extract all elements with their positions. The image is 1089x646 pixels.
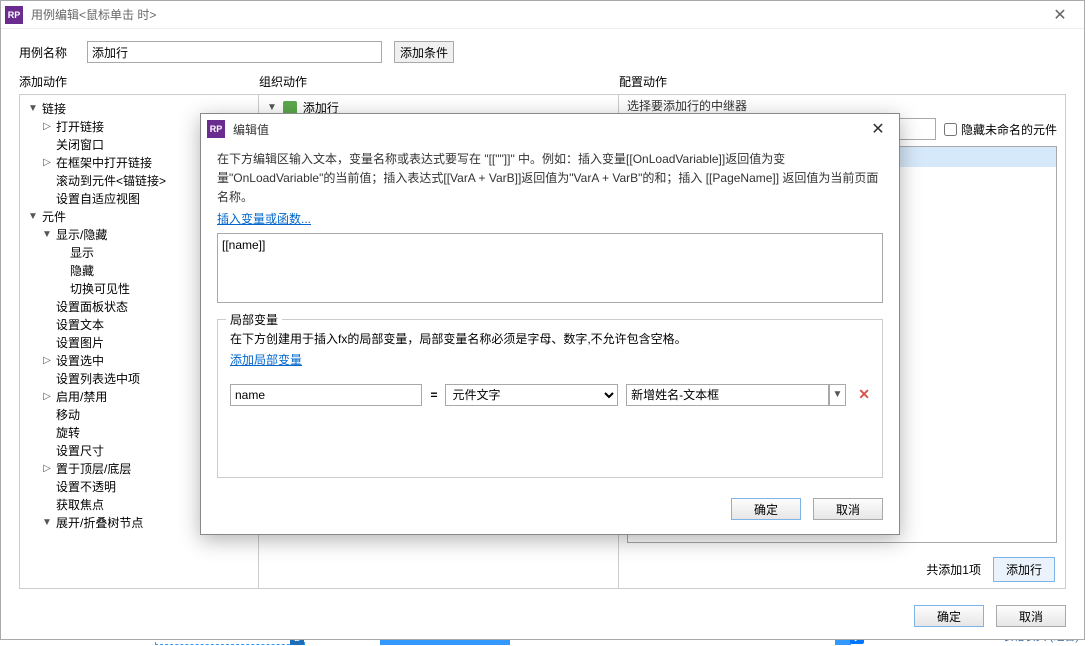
chevron-right-icon[interactable]: ▷ — [40, 391, 54, 402]
fieldset-legend: 局部变量 — [226, 311, 282, 328]
outer-footer: 确定 取消 — [914, 605, 1066, 627]
chevron-down-icon[interactable]: ▼ — [829, 384, 847, 406]
inner-dialog-title: 编辑值 — [233, 121, 863, 138]
tree-item-label: 隐藏 — [68, 262, 94, 279]
inner-titlebar: RP 编辑值 ✕ — [201, 114, 899, 144]
tree-item-label: 链接 — [40, 100, 66, 117]
add-condition-button[interactable]: 添加条件 — [394, 41, 454, 63]
tree-item-label: 元件 — [40, 208, 66, 225]
expression-textarea[interactable] — [217, 233, 883, 303]
tree-item-label: 打开链接 — [54, 118, 104, 135]
insert-var-func-link[interactable]: 插入变量或函数... — [217, 210, 883, 227]
chevron-down-icon[interactable]: ▼ — [26, 103, 40, 114]
case-name-label: 用例名称 — [19, 44, 75, 61]
tree-item-label: 设置自适应视图 — [54, 190, 140, 207]
tree-item-label: 在框架中打开链接 — [54, 154, 152, 171]
equals-sign: = — [430, 388, 437, 402]
outer-titlebar: RP 用例编辑<鼠标单击 时> ✕ — [1, 1, 1084, 29]
col-header-configure: 配置动作 — [619, 73, 1066, 94]
tree-item-label: 显示 — [68, 244, 94, 261]
chevron-down-icon[interactable]: ▼ — [40, 229, 54, 240]
col-header-organize: 组织动作 — [259, 73, 619, 94]
tree-item-label: 展开/折叠树节点 — [54, 514, 143, 531]
tree-item-label: 关闭窗口 — [54, 136, 104, 153]
rp-logo-icon: RP — [5, 6, 23, 24]
outer-ok-button[interactable]: 确定 — [914, 605, 984, 627]
close-icon[interactable]: ✕ — [863, 114, 893, 144]
add-local-var-link[interactable]: 添加局部变量 — [230, 351, 302, 368]
total-added-label: 共添加1项 — [926, 561, 981, 578]
var-type-select[interactable]: 元件文字 — [445, 384, 618, 406]
tree-item-label: 设置不透明 — [54, 478, 116, 495]
inner-footer: 确定 取消 — [201, 490, 899, 534]
configure-footer: 共添加1项 添加行 — [619, 551, 1065, 588]
hide-unnamed-checkbox[interactable] — [944, 123, 957, 136]
columns-header: 添加动作 组织动作 配置动作 — [19, 73, 1066, 94]
case-name-row: 用例名称 添加条件 — [19, 41, 1066, 63]
inner-cancel-button[interactable]: 取消 — [813, 498, 883, 520]
var-name-input[interactable] — [230, 384, 422, 406]
chevron-right-icon[interactable]: ▷ — [40, 463, 54, 474]
tree-item-label: 置于顶层/底层 — [54, 460, 131, 477]
delete-var-icon[interactable]: ✕ — [858, 386, 870, 403]
expression-desc: 在下方编辑区输入文本，变量名称或表达式要写在 "[[""]]" 中。例如：插入变… — [217, 150, 883, 208]
tree-item-label: 设置尺寸 — [54, 442, 104, 459]
chevron-right-icon[interactable]: ▷ — [40, 121, 54, 132]
chevron-right-icon[interactable]: ▷ — [40, 355, 54, 366]
tree-item-label: 切换可见性 — [68, 280, 130, 297]
chevron-down-icon[interactable]: ▼ — [26, 211, 40, 222]
chevron-down-icon: ▼ — [267, 102, 277, 113]
inner-ok-button[interactable]: 确定 — [731, 498, 801, 520]
col-header-add-action: 添加动作 — [19, 73, 259, 94]
local-vars-fieldset: 局部变量 在下方创建用于插入fx的局部变量，局部变量名称必须是字母、数字,不允许… — [217, 319, 883, 478]
tree-item-label: 设置图片 — [54, 334, 104, 351]
tree-item-label: 设置选中 — [54, 352, 104, 369]
chevron-right-icon[interactable]: ▷ — [40, 157, 54, 168]
local-vars-desc: 在下方创建用于插入fx的局部变量，局部变量名称必须是字母、数字,不允许包含空格。 — [230, 330, 870, 349]
configure-label: 选择要添加行的中继器 — [619, 95, 1065, 114]
tree-item-label: 设置列表选中项 — [54, 370, 140, 387]
hide-unnamed-label: 隐藏未命名的元件 — [961, 121, 1057, 138]
tree-item-label: 启用/禁用 — [54, 388, 107, 405]
outer-cancel-button[interactable]: 取消 — [996, 605, 1066, 627]
rp-logo-icon: RP — [207, 120, 225, 138]
case-name-input[interactable] — [87, 41, 382, 63]
var-target-input[interactable] — [626, 384, 828, 406]
edit-value-dialog: RP 编辑值 ✕ 在下方编辑区输入文本，变量名称或表达式要写在 "[[""]]"… — [200, 113, 900, 535]
close-icon[interactable]: ✕ — [1040, 1, 1080, 29]
add-row-button[interactable]: 添加行 — [993, 557, 1055, 582]
tree-item-label: 滚动到元件<锚链接> — [54, 172, 166, 189]
tree-item-label: 移动 — [54, 406, 80, 423]
hide-unnamed-wrap[interactable]: 隐藏未命名的元件 — [944, 121, 1057, 138]
chevron-down-icon[interactable]: ▼ — [40, 517, 54, 528]
tree-item-label: 设置面板状态 — [54, 298, 128, 315]
inner-body: 在下方编辑区输入文本，变量名称或表达式要写在 "[[""]]" 中。例如：插入变… — [201, 144, 899, 490]
tree-item-label: 旋转 — [54, 424, 80, 441]
tree-item-label: 设置文本 — [54, 316, 104, 333]
tree-item-label: 获取焦点 — [54, 496, 104, 513]
outer-dialog-title: 用例编辑<鼠标单击 时> — [31, 6, 1040, 23]
local-var-row: = 元件文字 ▼ ✕ — [230, 384, 870, 406]
tree-item-label: 显示/隐藏 — [54, 226, 107, 243]
